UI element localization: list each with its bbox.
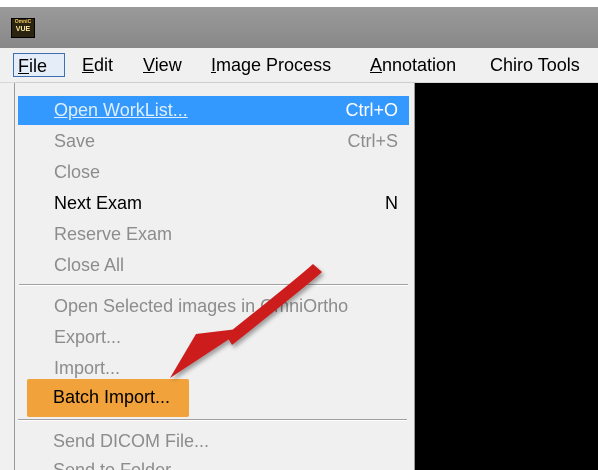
menu-item-export-label: Export... — [54, 327, 122, 347]
menu-item-close-all-label: Close All — [54, 255, 125, 275]
menu-item-batch-import[interactable]: Batch Import... — [17, 383, 408, 412]
menu-item-close-all[interactable]: Close All — [18, 251, 409, 280]
menu-item-batch-import-label: Batch Import... — [53, 387, 171, 407]
menu-item-open-selected-images[interactable]: Open Selected images in OmniOrtho — [18, 292, 409, 321]
menu-file-label: ile — [29, 56, 48, 76]
app-logo-text-bottom: VUE — [15, 26, 31, 33]
menu-bar: File Edit View Image Process Annotation … — [0, 48, 598, 83]
menu-item-save-shortcut: Ctrl+S — [347, 131, 398, 151]
menu-item-open-worklist-label: Open WorkList... — [54, 100, 188, 120]
menu-item-open-worklist[interactable]: Open WorkList... Ctrl+O — [18, 96, 409, 125]
menu-annotation-label: nnotation — [382, 55, 457, 75]
menu-edit[interactable]: Edit — [78, 53, 117, 77]
menu-item-save[interactable]: Save Ctrl+S — [18, 127, 409, 156]
image-viewport[interactable] — [414, 83, 598, 470]
menu-image-process-label: mage Process — [216, 55, 332, 75]
menu-item-next-exam[interactable]: Next Exam N — [18, 189, 409, 218]
menu-image-process[interactable]: Image Process — [207, 53, 335, 77]
title-bar: OmniC VUE — [0, 7, 598, 48]
menu-edit-label: dit — [94, 55, 114, 75]
app-logo-icon[interactable]: OmniC VUE — [11, 18, 35, 38]
menu-item-open-selected-images-label: Open Selected images in OmniOrtho — [54, 296, 349, 316]
menu-item-save-label: Save — [54, 131, 96, 151]
menu-item-reserve-exam[interactable]: Reserve Exam — [18, 220, 409, 249]
menu-edit-mnemonic: E — [82, 55, 95, 75]
menu-item-send-dicom-file-label: Send DICOM File... — [53, 431, 210, 451]
menu-view[interactable]: View — [139, 53, 186, 77]
menu-annotation-mnemonic: A — [370, 55, 383, 75]
menu-item-reserve-exam-label: Reserve Exam — [54, 224, 173, 244]
menu-separator — [19, 284, 408, 286]
menu-item-send-to-folder-label: Send to Folder... — [53, 460, 186, 470]
menu-item-next-exam-shortcut: N — [385, 193, 398, 213]
menu-item-close-label: Close — [54, 162, 101, 182]
menu-item-open-worklist-shortcut: Ctrl+O — [345, 100, 398, 120]
menu-view-label: iew — [154, 55, 182, 75]
menu-item-send-dicom-file[interactable]: Send DICOM File... — [17, 427, 408, 456]
menu-item-close[interactable]: Close — [18, 158, 409, 187]
menu-file-mnemonic: F — [18, 56, 29, 76]
menu-annotation[interactable]: Annotation — [366, 53, 460, 77]
application-window: OmniC VUE File Edit View Image Process A… — [0, 7, 598, 470]
menu-item-export[interactable]: Export... — [18, 323, 409, 352]
menu-chiro-tools-label: Chiro Tools — [490, 55, 580, 75]
menu-file[interactable]: File — [13, 53, 65, 77]
menu-item-send-to-folder[interactable]: Send to Folder... — [17, 456, 408, 470]
menu-chiro-tools[interactable]: Chiro Tools — [486, 53, 584, 77]
menu-separator — [18, 419, 407, 421]
menu-view-mnemonic: V — [143, 55, 155, 75]
menu-item-next-exam-label: Next Exam — [54, 193, 143, 213]
